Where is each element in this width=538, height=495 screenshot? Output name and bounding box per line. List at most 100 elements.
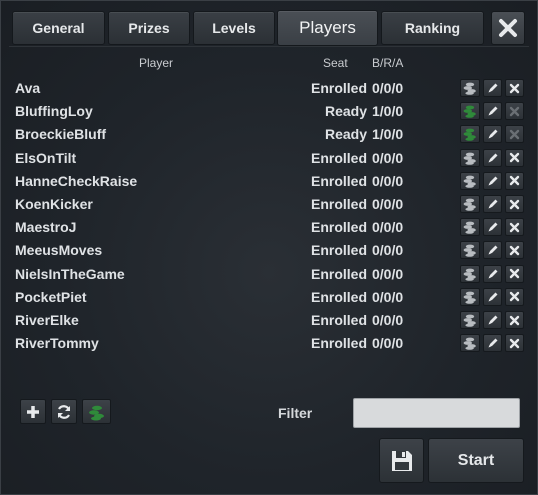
add-player-button[interactable] (20, 399, 46, 424)
chip-stack-icon (463, 152, 476, 165)
tab-ranking[interactable]: Ranking (381, 11, 484, 45)
tab-levels[interactable]: Levels (193, 11, 275, 45)
tab-prizes[interactable]: Prizes (108, 11, 190, 45)
player-row[interactable]: ElsOnTilt Enrolled 0/0/0 (1, 147, 538, 170)
remove-player-button[interactable] (505, 79, 524, 97)
remove-player-button[interactable] (505, 311, 524, 329)
player-bra: 0/0/0 (372, 172, 404, 189)
pencil-icon (488, 269, 497, 279)
close-icon (509, 129, 520, 140)
floppy-disk-icon (391, 450, 412, 471)
chips-button[interactable] (460, 218, 480, 237)
save-button[interactable] (379, 438, 424, 483)
player-bra: 0/0/0 (372, 149, 404, 166)
chip-stack-icon (463, 82, 476, 95)
tab-general[interactable]: General (12, 11, 105, 45)
chips-button[interactable] (460, 311, 480, 329)
edit-player-button[interactable] (483, 148, 502, 167)
remove-player-button[interactable] (505, 264, 524, 283)
close-icon (509, 106, 520, 116)
chips-button[interactable] (460, 287, 480, 306)
edit-player-button[interactable] (483, 241, 502, 260)
player-seat: Enrolled (310, 242, 367, 259)
chip-stack-icon (463, 268, 476, 281)
start-button[interactable]: Start (428, 438, 524, 483)
player-name: HanneCheckRaise (15, 172, 138, 189)
refresh-icon (57, 404, 71, 419)
chips-button[interactable] (460, 241, 480, 260)
close-icon (509, 176, 520, 186)
remove-player-button[interactable] (505, 195, 524, 213)
remove-player-button[interactable] (505, 287, 524, 306)
player-bra: 0/0/0 (372, 288, 404, 305)
tab-players[interactable]: Players (277, 10, 378, 46)
pencil-icon (488, 129, 497, 139)
edit-player-button[interactable] (483, 218, 502, 237)
edit-player-button[interactable] (483, 311, 502, 329)
remove-player-button[interactable] (505, 334, 524, 353)
pencil-icon (488, 176, 497, 186)
close-icon (509, 199, 520, 209)
player-seat: Enrolled (310, 80, 367, 96)
chips-button[interactable] (460, 171, 480, 190)
edit-player-button[interactable] (483, 287, 502, 306)
player-row[interactable]: MeeusMoves Enrolled 0/0/0 (1, 239, 538, 262)
pencil-icon (488, 292, 497, 302)
pencil-icon (488, 338, 497, 348)
chips-button[interactable] (460, 334, 480, 353)
edit-player-button[interactable] (483, 102, 502, 121)
chips-button[interactable] (460, 148, 480, 167)
player-name: MeeusMoves (15, 242, 103, 259)
chip-stack-icon (463, 175, 476, 188)
player-name: RiverTommy (15, 335, 99, 352)
remove-player-button[interactable] (505, 241, 524, 260)
player-row[interactable]: HanneCheckRaise Enrolled 0/0/0 (1, 170, 538, 193)
chip-stack-icon (463, 337, 476, 350)
chip-stack-icon (463, 221, 476, 234)
player-seat: Enrolled (310, 288, 367, 305)
edit-player-button[interactable] (483, 79, 502, 97)
player-row[interactable]: BroeckieBluff Ready 1/0/0 (1, 123, 538, 146)
chips-button[interactable] (460, 79, 480, 97)
player-row[interactable]: RiverElke Enrolled 0/0/0 (1, 309, 538, 332)
player-name: MaestroJ (15, 219, 77, 236)
edit-player-button[interactable] (483, 125, 502, 144)
edit-player-button[interactable] (483, 195, 502, 213)
chips-button[interactable] (460, 102, 480, 121)
chips-button[interactable] (460, 125, 480, 144)
chips-button[interactable] (460, 264, 480, 283)
chip-stack-icon (463, 291, 476, 304)
remove-player-button[interactable] (505, 125, 524, 144)
close-button[interactable] (491, 11, 525, 45)
player-bra: 1/0/0 (372, 103, 404, 120)
remove-player-button[interactable] (505, 218, 524, 237)
close-icon (509, 338, 520, 348)
pencil-icon (488, 245, 497, 255)
chip-stack-icon (463, 128, 476, 142)
player-name: Ava (15, 80, 41, 96)
player-name: BluffingLoy (15, 103, 93, 120)
column-header-bra: B/R/A (372, 56, 404, 70)
close-icon (509, 152, 520, 163)
player-row[interactable]: BluffingLoy Ready 1/0/0 (1, 100, 538, 123)
remove-player-button[interactable] (505, 148, 524, 167)
remove-player-button[interactable] (505, 171, 524, 190)
remove-player-button[interactable] (505, 102, 524, 121)
player-row[interactable]: Ava Enrolled 0/0/0 (1, 77, 538, 100)
player-row[interactable]: KoenKicker Enrolled 0/0/0 (1, 193, 538, 216)
edit-player-button[interactable] (483, 171, 502, 190)
chip-stack-icon (463, 314, 476, 327)
player-seat: Enrolled (310, 265, 367, 282)
pencil-icon (488, 83, 497, 93)
edit-player-button[interactable] (483, 264, 502, 283)
player-row[interactable]: NielsInTheGame Enrolled 0/0/0 (1, 263, 538, 286)
player-row[interactable]: RiverTommy Enrolled 0/0/0 (1, 332, 538, 355)
edit-player-button[interactable] (483, 334, 502, 353)
filter-input[interactable] (353, 398, 520, 428)
player-row[interactable]: MaestroJ Enrolled 0/0/0 (1, 216, 538, 239)
chip-stack-icon (463, 198, 476, 211)
chips-button[interactable] (460, 195, 480, 213)
refresh-button[interactable] (51, 399, 77, 424)
chips-button[interactable] (82, 399, 111, 424)
player-row[interactable]: PocketPiet Enrolled 0/0/0 (1, 286, 538, 309)
